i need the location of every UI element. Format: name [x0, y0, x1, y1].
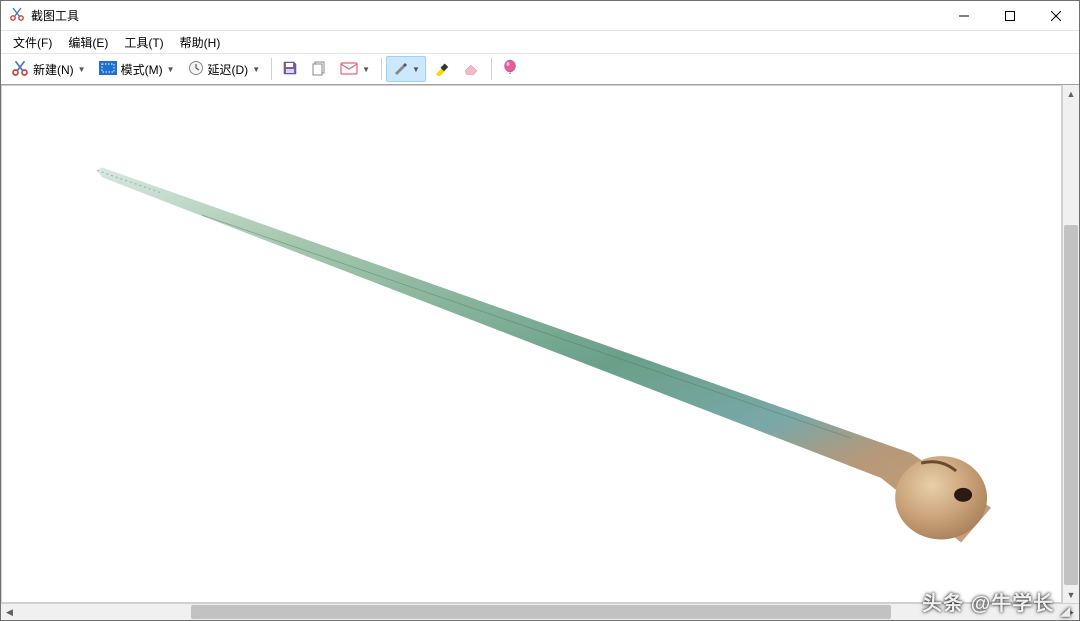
- toolbar: 新建(N) ▼ 模式(M) ▼ 延迟(D) ▼: [1, 53, 1079, 85]
- mode-label: 模式(M): [121, 61, 163, 78]
- scroll-thumb[interactable]: [1064, 225, 1078, 585]
- clock-icon: [188, 60, 204, 79]
- vertical-scrollbar[interactable]: ▲ ▼: [1062, 85, 1079, 603]
- chevron-down-icon: ▼: [252, 65, 260, 74]
- separator: [271, 58, 272, 80]
- copy-button[interactable]: [305, 56, 333, 82]
- menubar: 文件(F) 编辑(E) 工具(T) 帮助(H): [1, 31, 1079, 53]
- save-icon: [282, 60, 298, 79]
- separator: [491, 58, 492, 80]
- mode-button[interactable]: 模式(M) ▼: [93, 56, 181, 82]
- paint3d-button[interactable]: [496, 56, 524, 82]
- rectangle-mode-icon: [99, 61, 117, 78]
- eraser-button[interactable]: [456, 56, 486, 82]
- scissors-icon: [9, 6, 25, 25]
- maximize-button[interactable]: [987, 1, 1033, 31]
- canvas-area: ▲ ▼ ◀ ▶ 头条 @牛学长 ◢: [1, 85, 1079, 620]
- menu-help[interactable]: 帮助(H): [172, 32, 229, 53]
- save-button[interactable]: [276, 56, 304, 82]
- scroll-left-icon[interactable]: ◀: [1, 604, 18, 620]
- scroll-thumb[interactable]: [191, 605, 891, 619]
- menu-tools[interactable]: 工具(T): [116, 32, 171, 53]
- envelope-icon: [340, 61, 358, 78]
- titlebar: 截图工具: [1, 1, 1079, 31]
- separator: [381, 58, 382, 80]
- snip-content: [2, 86, 1061, 602]
- delay-label: 延迟(D): [208, 61, 249, 78]
- balloon-icon: [502, 59, 518, 80]
- app-window: 截图工具 文件(F) 编辑(E) 工具(T) 帮助(H) 新建(: [0, 0, 1080, 621]
- minimize-button[interactable]: [941, 1, 987, 31]
- new-snip-button[interactable]: 新建(N) ▼: [5, 56, 92, 82]
- eraser-icon: [462, 61, 480, 78]
- scroll-right-icon[interactable]: ▶: [1062, 604, 1079, 620]
- chevron-down-icon: ▼: [167, 65, 175, 74]
- chevron-down-icon: ▼: [78, 65, 86, 74]
- scroll-up-icon[interactable]: ▲: [1063, 85, 1079, 102]
- snip-canvas[interactable]: [1, 85, 1062, 603]
- scroll-down-icon[interactable]: ▼: [1063, 586, 1079, 603]
- send-button[interactable]: ▼: [334, 56, 376, 82]
- menu-file[interactable]: 文件(F): [5, 32, 60, 53]
- chevron-down-icon: ▼: [412, 65, 420, 74]
- menu-edit[interactable]: 编辑(E): [60, 32, 116, 53]
- highlighter-button[interactable]: [427, 56, 455, 82]
- horizontal-scrollbar[interactable]: ◀ ▶: [1, 603, 1079, 620]
- delay-button[interactable]: 延迟(D) ▼: [182, 56, 267, 82]
- close-button[interactable]: [1033, 1, 1079, 31]
- highlighter-icon: [433, 60, 449, 79]
- chevron-down-icon: ▼: [362, 65, 370, 74]
- window-title: 截图工具: [31, 7, 79, 24]
- pen-icon: [392, 60, 408, 79]
- new-snip-label: 新建(N): [33, 61, 74, 78]
- scissors-icon: [11, 59, 29, 80]
- copy-icon: [311, 60, 327, 79]
- pen-button[interactable]: ▼: [386, 56, 426, 82]
